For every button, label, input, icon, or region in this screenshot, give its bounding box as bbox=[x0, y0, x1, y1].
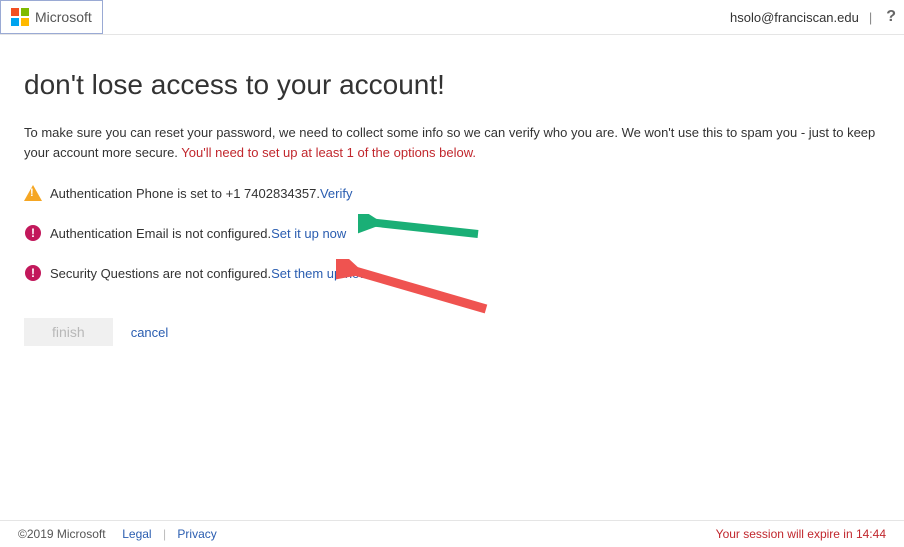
header: Microsoft hsolo@franciscan.edu | ? bbox=[0, 0, 904, 35]
security-questions-text: Security Questions are not configured. bbox=[50, 266, 271, 281]
footer: ©2019 Microsoft Legal | Privacy Your ses… bbox=[0, 520, 904, 547]
warning-icon bbox=[24, 184, 42, 202]
microsoft-logo-icon bbox=[11, 8, 29, 26]
privacy-link[interactable]: Privacy bbox=[177, 527, 216, 541]
auth-email-row: ! Authentication Email is not configured… bbox=[24, 224, 880, 242]
content: don't lose access to your account! To ma… bbox=[0, 35, 904, 346]
page-title: don't lose access to your account! bbox=[24, 69, 880, 101]
verify-link[interactable]: Verify bbox=[320, 186, 353, 201]
security-questions-row: ! Security Questions are not configured.… bbox=[24, 264, 880, 282]
session-expiry: Your session will expire in 14:44 bbox=[716, 527, 886, 541]
separator: | bbox=[163, 527, 166, 541]
alert-icon: ! bbox=[24, 224, 42, 242]
auth-phone-text: Authentication Phone is set to +1 740283… bbox=[50, 186, 320, 201]
brand-logo-box: Microsoft bbox=[0, 0, 103, 34]
help-icon[interactable]: ? bbox=[886, 8, 896, 26]
setup-questions-link[interactable]: Set them up now bbox=[271, 266, 369, 281]
footer-left: ©2019 Microsoft Legal | Privacy bbox=[18, 527, 217, 541]
copyright: ©2019 Microsoft bbox=[18, 527, 106, 541]
alert-icon: ! bbox=[24, 264, 42, 282]
header-right: hsolo@franciscan.edu | ? bbox=[730, 8, 896, 26]
legal-link[interactable]: Legal bbox=[122, 527, 151, 541]
brand-label: Microsoft bbox=[35, 9, 92, 25]
setup-email-link[interactable]: Set it up now bbox=[271, 226, 346, 241]
auth-phone-row: Authentication Phone is set to +1 740283… bbox=[24, 184, 880, 202]
cancel-link[interactable]: cancel bbox=[131, 325, 169, 340]
separator: | bbox=[869, 10, 872, 25]
auth-email-text: Authentication Email is not configured. bbox=[50, 226, 271, 241]
finish-button: finish bbox=[24, 318, 113, 346]
actions-bar: finish cancel bbox=[24, 318, 880, 346]
intro-emphasis: You'll need to set up at least 1 of the … bbox=[181, 145, 476, 160]
intro-text: To make sure you can reset your password… bbox=[24, 123, 880, 162]
user-email: hsolo@franciscan.edu bbox=[730, 10, 859, 25]
